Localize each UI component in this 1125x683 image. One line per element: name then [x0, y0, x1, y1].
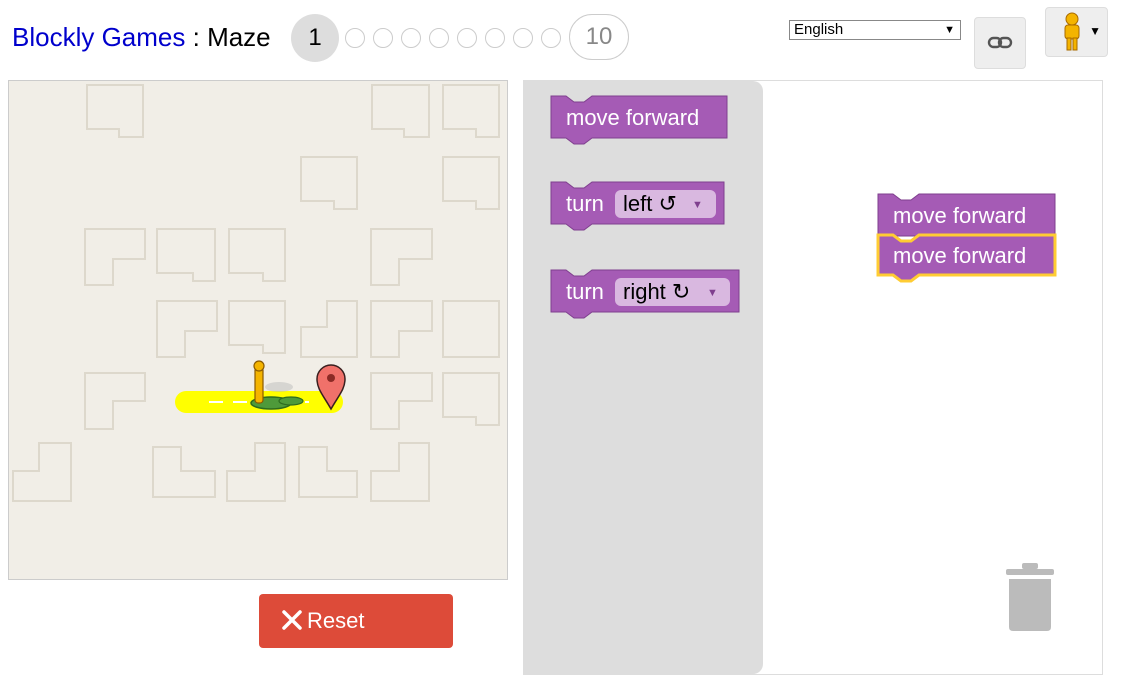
turn-left-dropdown[interactable]: left ↺ ▼: [615, 190, 716, 218]
chevron-down-icon: ▼: [1089, 24, 1101, 38]
level-dot-4[interactable]: [401, 28, 421, 48]
pegman-button[interactable]: ▼: [1045, 7, 1108, 57]
link-button[interactable]: [974, 17, 1026, 69]
language-value: English: [794, 21, 844, 38]
maze-canvas: [8, 80, 508, 580]
chevron-down-icon: ▼: [707, 287, 718, 299]
workspace-block-1-label: move forward: [893, 203, 1026, 228]
game-title: Maze: [207, 22, 271, 52]
reset-label: Reset: [307, 608, 365, 633]
chevron-down-icon: ▼: [692, 199, 703, 211]
app-title-link[interactable]: Blockly Games: [12, 22, 185, 52]
level-dot-5[interactable]: [429, 28, 449, 48]
level-dot-9[interactable]: [541, 28, 561, 48]
workspace-block-move-forward-2[interactable]: move forward: [876, 233, 1057, 283]
toolbox-turn-right-label: turn: [566, 279, 604, 304]
level-current[interactable]: 1: [291, 14, 339, 62]
toolbox-block-turn-left[interactable]: turn left ↺ ▼: [550, 181, 725, 231]
toolbox-turn-left-label: turn: [566, 191, 604, 216]
page-title: Blockly Games : Maze: [12, 22, 271, 52]
link-icon: [987, 36, 1013, 49]
toolbox-block-move-forward[interactable]: move forward: [550, 95, 728, 145]
level-dot-3[interactable]: [373, 28, 393, 48]
workspace-block-2-label: move forward: [893, 243, 1026, 268]
toolbox-block-turn-right[interactable]: turn right ↻ ▼: [550, 269, 740, 319]
trash-icon[interactable]: [1002, 561, 1058, 633]
toolbox-move-forward-label: move forward: [566, 105, 699, 130]
blockly-workspace[interactable]: move forward turn left ↺ ▼ turn right ↻ …: [523, 80, 1103, 675]
level-dot-8[interactable]: [513, 28, 533, 48]
turn-right-dropdown[interactable]: right ↻ ▼: [615, 278, 730, 306]
pegman-avatar: [250, 360, 304, 410]
turn-left-value: left ↺: [623, 191, 677, 216]
pegman-icon: [1064, 12, 1080, 51]
level-dot-6[interactable]: [457, 28, 477, 48]
reset-button[interactable]: Reset: [259, 594, 453, 648]
close-icon: [282, 610, 302, 630]
level-dot-2[interactable]: [345, 28, 365, 48]
title-separator: :: [185, 22, 208, 52]
maze-board: [12, 84, 500, 502]
level-dot-7[interactable]: [485, 28, 505, 48]
turn-right-value: right ↻: [623, 279, 690, 304]
dropdown-arrow-icon: ▼: [944, 24, 955, 36]
language-select[interactable]: English ▼: [789, 20, 961, 40]
workspace-block-move-forward-1[interactable]: move forward: [877, 193, 1056, 237]
level-last[interactable]: 10: [569, 14, 629, 60]
